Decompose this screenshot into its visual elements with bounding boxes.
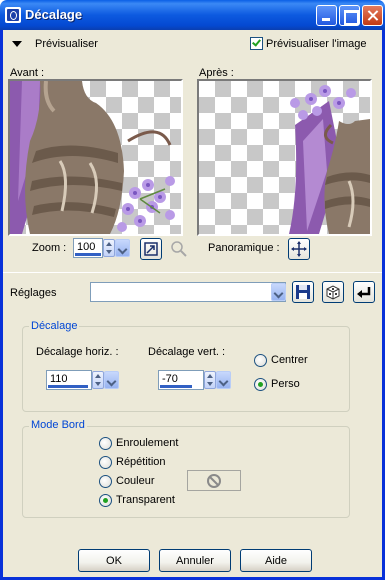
cancel-button[interactable]: Annuler	[159, 549, 231, 572]
zoom-slider-bar	[75, 253, 101, 256]
help-button[interactable]: Aide	[240, 549, 312, 572]
radio-transparent-label[interactable]: Transparent	[116, 494, 175, 506]
move-arrows-icon	[291, 241, 307, 257]
fit-window-button[interactable]	[140, 238, 162, 260]
reset-button[interactable]	[353, 281, 375, 303]
maximize-button[interactable]	[339, 5, 360, 26]
edge-mode-group	[22, 426, 350, 518]
app-icon	[5, 7, 21, 23]
radio-center-label[interactable]: Centrer	[271, 354, 308, 366]
close-button[interactable]	[362, 5, 383, 26]
no-color-icon	[207, 474, 221, 488]
radio-repeat[interactable]	[99, 456, 112, 469]
save-preset-button[interactable]	[292, 281, 314, 303]
zoom-dropdown-button[interactable]	[115, 239, 130, 257]
zoom-input[interactable]: 100	[73, 238, 103, 258]
undo-arrow-icon	[357, 287, 371, 298]
radio-transparent[interactable]	[99, 494, 112, 507]
zoom-value: 100	[77, 241, 96, 253]
zoom-spinner[interactable]	[103, 239, 115, 257]
fit-window-icon	[144, 242, 158, 256]
settings-label: Réglages	[10, 287, 57, 299]
vert-offset-spinner[interactable]	[204, 371, 216, 389]
horiz-offset-slider-bar	[48, 385, 88, 388]
pan-button[interactable]	[288, 238, 310, 260]
preview-image-label: Prévisualiser l'image	[266, 38, 367, 50]
dice-icon	[326, 285, 340, 300]
collapse-arrow-icon[interactable]	[12, 41, 22, 47]
pan-label: Panoramique :	[208, 242, 280, 254]
radio-wrap[interactable]	[99, 437, 112, 450]
preview-toggle-label[interactable]: Prévisualiser	[35, 38, 98, 50]
before-preview[interactable]	[8, 79, 183, 236]
checkmark-icon	[252, 37, 261, 47]
window-title: Décalage	[25, 7, 83, 22]
horiz-offset-dropdown-button[interactable]	[104, 371, 119, 389]
after-preview-image	[289, 85, 370, 234]
vert-offset-input[interactable]: -70	[158, 370, 204, 390]
offset-group	[22, 326, 350, 412]
after-preview[interactable]	[197, 79, 372, 236]
vert-offset-dropdown-button[interactable]	[216, 371, 231, 389]
preview-image-checkbox[interactable]	[250, 37, 263, 50]
settings-dropdown-button[interactable]	[271, 283, 286, 301]
radio-custom[interactable]	[254, 378, 267, 391]
color-swatch[interactable]	[187, 470, 241, 491]
radio-center[interactable]	[254, 354, 267, 367]
offset-group-title: Décalage	[29, 320, 80, 332]
radio-color[interactable]	[99, 475, 112, 488]
zoom-magnifier-button[interactable]	[168, 238, 190, 260]
radio-repeat-label[interactable]: Répétition	[116, 456, 166, 468]
vert-offset-slider-bar	[160, 385, 192, 388]
after-label: Après :	[199, 67, 234, 79]
zoom-label: Zoom :	[32, 242, 67, 254]
before-preview-image	[10, 81, 175, 234]
horiz-offset-value: 110	[50, 373, 68, 385]
magnifier-icon	[171, 241, 187, 257]
edge-mode-group-title: Mode Bord	[29, 419, 87, 431]
ok-button[interactable]: OK	[78, 549, 150, 572]
save-disk-icon	[296, 285, 310, 299]
radio-wrap-label[interactable]: Enroulement	[116, 437, 178, 449]
radio-color-label[interactable]: Couleur	[116, 475, 155, 487]
settings-select[interactable]	[90, 282, 286, 302]
randomize-button[interactable]	[322, 281, 344, 303]
radio-custom-label[interactable]: Perso	[271, 378, 300, 390]
title-bar[interactable]: Décalage	[0, 0, 385, 30]
horiz-offset-input[interactable]: 110	[46, 370, 92, 390]
minimize-button[interactable]	[316, 5, 337, 26]
before-label: Avant :	[10, 67, 45, 79]
separator	[3, 272, 382, 273]
vert-offset-value: -70	[162, 373, 178, 385]
vert-offset-label: Décalage vert. :	[148, 346, 226, 358]
horiz-offset-label: Décalage horiz. :	[36, 346, 119, 358]
horiz-offset-spinner[interactable]	[92, 371, 104, 389]
